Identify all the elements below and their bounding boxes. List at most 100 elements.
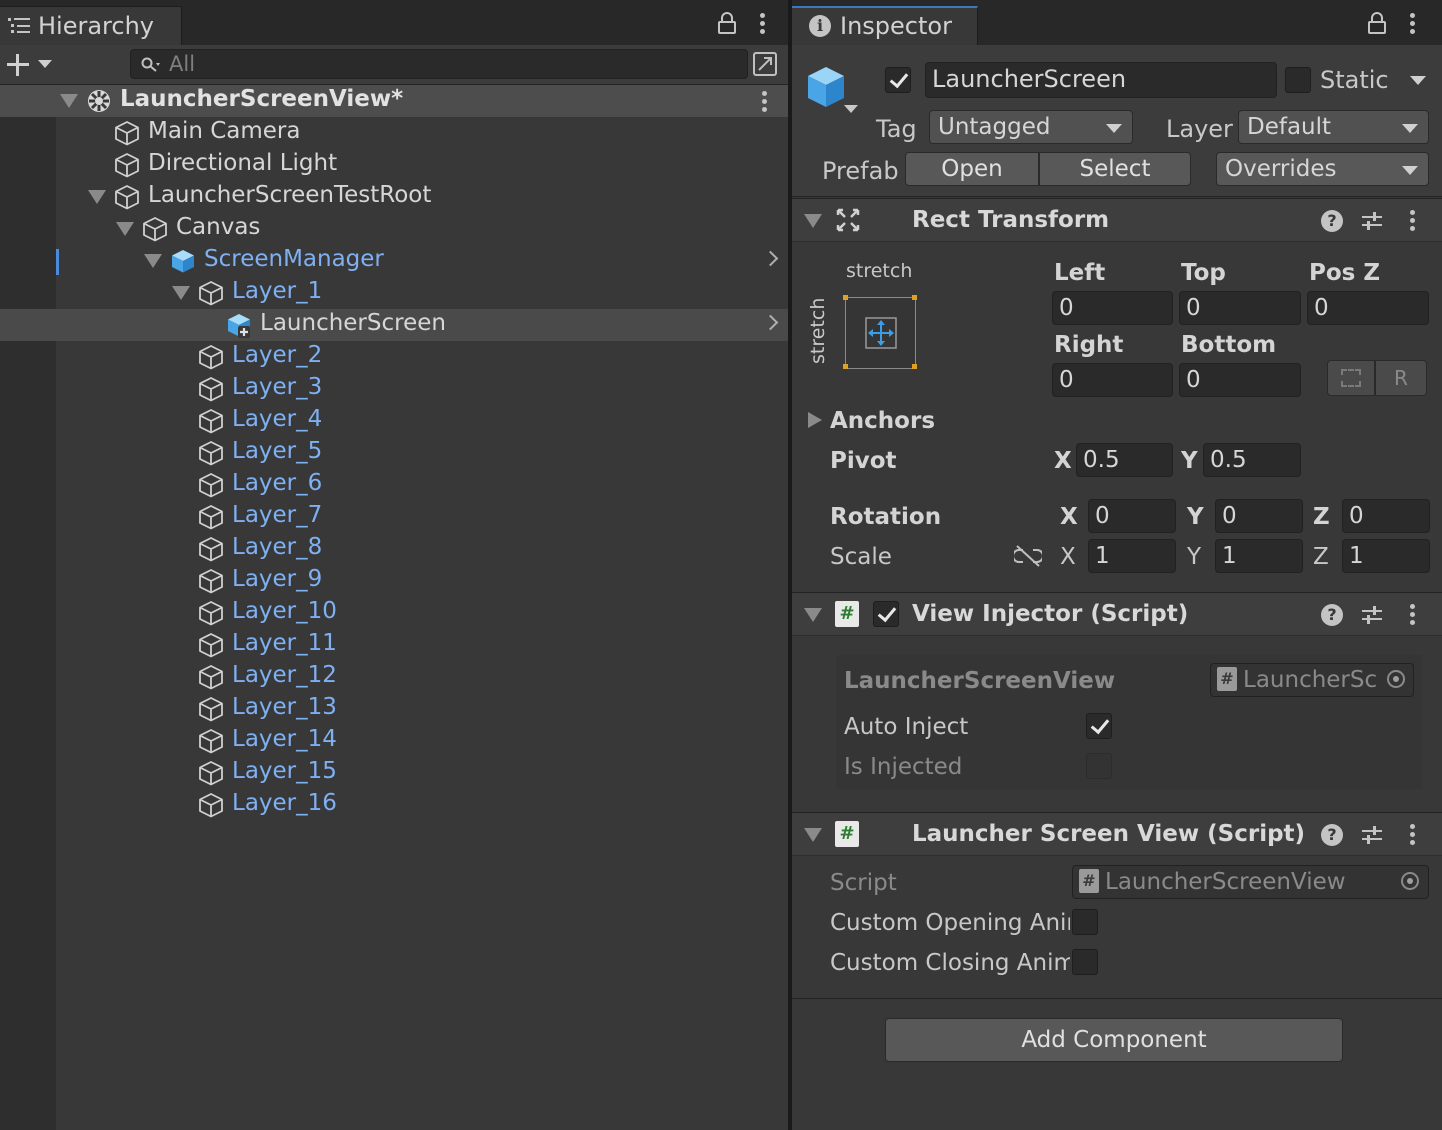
- custom-opening-anim-checkbox[interactable]: [1072, 909, 1098, 935]
- hierarchy-row[interactable]: Layer_7: [0, 501, 788, 533]
- expand-arrow-icon[interactable]: [144, 254, 162, 268]
- hierarchy-row[interactable]: Layer_12: [0, 661, 788, 693]
- rotation-z-field[interactable]: 0: [1342, 499, 1430, 533]
- rotation-x-field[interactable]: 0: [1088, 499, 1176, 533]
- hierarchy-row[interactable]: Layer_14: [0, 725, 788, 757]
- hierarchy-row-label: Layer_11: [232, 630, 337, 656]
- hierarchy-tab[interactable]: Hierarchy: [0, 6, 182, 45]
- lock-icon[interactable]: [718, 12, 736, 34]
- launcher-screen-view-object-field[interactable]: # LauncherSc: [1210, 663, 1414, 697]
- hierarchy-row[interactable]: Layer_9: [0, 565, 788, 597]
- presets-icon[interactable]: [1361, 604, 1383, 626]
- prefab-open-button[interactable]: Open: [905, 152, 1039, 186]
- hierarchy-row[interactable]: Main Camera: [0, 117, 788, 149]
- scene-visibility-icon[interactable]: [752, 51, 778, 77]
- view-injector-foldout-icon[interactable]: [804, 608, 822, 622]
- pivot-y-field[interactable]: 0.5: [1203, 443, 1301, 477]
- custom-closing-anim-checkbox[interactable]: [1072, 949, 1098, 975]
- expand-arrow-icon[interactable]: [88, 190, 106, 204]
- unity-scene-icon: [88, 90, 110, 112]
- blueprint-mode-button[interactable]: [1327, 360, 1375, 396]
- open-prefab-chevron-icon[interactable]: [762, 314, 779, 331]
- layer-dropdown[interactable]: Default: [1238, 110, 1429, 144]
- inspector-menu-icon[interactable]: [1409, 13, 1415, 35]
- inspector-tab[interactable]: i Inspector: [792, 6, 978, 45]
- pivot-x-field[interactable]: 0.5: [1076, 443, 1173, 477]
- hierarchy-row-label: Layer_6: [232, 470, 323, 496]
- bottom-field[interactable]: 0: [1179, 363, 1301, 397]
- scale-x-field[interactable]: 1: [1088, 539, 1176, 573]
- scene-menu-icon[interactable]: [761, 91, 767, 113]
- posz-field[interactable]: 0: [1307, 291, 1429, 325]
- hierarchy-row[interactable]: Layer_4: [0, 405, 788, 437]
- view-injector-menu-icon[interactable]: [1409, 604, 1415, 626]
- help-icon[interactable]: ?: [1321, 824, 1343, 846]
- hierarchy-row[interactable]: ScreenManager: [0, 245, 788, 277]
- unlinked-scale-icon[interactable]: [1014, 545, 1042, 567]
- open-prefab-chevron-icon[interactable]: [762, 250, 779, 267]
- active-toggle[interactable]: [885, 67, 911, 93]
- hierarchy-row[interactable]: Layer_15: [0, 757, 788, 789]
- expand-arrow-icon[interactable]: [172, 286, 190, 300]
- launcher-screen-view-menu-icon[interactable]: [1409, 824, 1415, 846]
- help-icon[interactable]: ?: [1321, 604, 1343, 626]
- hierarchy-row[interactable]: Layer_8: [0, 533, 788, 565]
- object-picker-icon[interactable]: [1387, 670, 1405, 688]
- hierarchy-row[interactable]: LauncherScreenTestRoot: [0, 181, 788, 213]
- right-field[interactable]: 0: [1052, 363, 1173, 397]
- view-injector-enabled-checkbox[interactable]: [873, 601, 899, 627]
- hierarchy-row[interactable]: Canvas: [0, 213, 788, 245]
- hierarchy-row[interactable]: LauncherScreenView*: [0, 85, 788, 117]
- add-component-button[interactable]: Add Component: [885, 1018, 1343, 1062]
- hierarchy-row[interactable]: Layer_1: [0, 277, 788, 309]
- icon-dropdown-arrow[interactable]: [844, 105, 858, 115]
- expand-arrow-icon[interactable]: [116, 222, 134, 236]
- launcher-screen-view-foldout-icon[interactable]: [804, 828, 822, 842]
- hierarchy-row[interactable]: LauncherScreen: [0, 309, 788, 341]
- object-header: LauncherScreen Static Tag Untagged Layer…: [792, 45, 1442, 197]
- hierarchy-search-input[interactable]: All: [130, 49, 748, 79]
- static-dropdown-icon[interactable]: [1410, 76, 1426, 86]
- hierarchy-row[interactable]: Layer_10: [0, 597, 788, 629]
- chevron-down-icon[interactable]: [38, 60, 52, 70]
- tag-dropdown[interactable]: Untagged: [929, 110, 1133, 144]
- hierarchy-row[interactable]: Layer_11: [0, 629, 788, 661]
- view-injector-header[interactable]: # View Injector (Script) ?: [792, 592, 1442, 636]
- hierarchy-row[interactable]: Layer_3: [0, 373, 788, 405]
- object-name-field[interactable]: LauncherScreen: [925, 62, 1277, 98]
- rect-transform-foldout-icon[interactable]: [804, 214, 822, 228]
- prefab-overrides-dropdown[interactable]: Overrides: [1216, 152, 1429, 186]
- hierarchy-row[interactable]: Layer_13: [0, 693, 788, 725]
- hierarchy-row[interactable]: Directional Light: [0, 149, 788, 181]
- rect-transform-header[interactable]: Rect Transform ?: [792, 198, 1442, 242]
- hierarchy-row-label: LauncherScreenTestRoot: [148, 182, 432, 208]
- prefab-added-icon: [228, 314, 250, 338]
- lock-icon[interactable]: [1368, 12, 1386, 34]
- anchor-presets-button[interactable]: [843, 295, 917, 369]
- expand-arrow-icon[interactable]: [60, 94, 78, 108]
- hierarchy-row[interactable]: Layer_5: [0, 437, 788, 469]
- pivot-label: Pivot: [830, 448, 897, 474]
- rect-transform-menu-icon[interactable]: [1409, 210, 1415, 232]
- plus-icon[interactable]: [6, 53, 30, 77]
- hierarchy-row[interactable]: Layer_6: [0, 469, 788, 501]
- rotation-y-field[interactable]: 0: [1215, 499, 1303, 533]
- raw-edit-button[interactable]: R: [1375, 360, 1427, 396]
- presets-icon[interactable]: [1361, 824, 1383, 846]
- scale-y-field[interactable]: 1: [1215, 539, 1303, 573]
- prefab-select-button[interactable]: Select: [1039, 152, 1191, 186]
- help-icon[interactable]: ?: [1321, 210, 1343, 232]
- static-checkbox[interactable]: [1285, 67, 1311, 93]
- presets-icon[interactable]: [1361, 210, 1383, 232]
- hierarchy-row[interactable]: Layer_16: [0, 789, 788, 821]
- hierarchy-menu-icon[interactable]: [759, 13, 765, 35]
- hierarchy-row[interactable]: Layer_2: [0, 341, 788, 373]
- left-field[interactable]: 0: [1052, 291, 1173, 325]
- top-field[interactable]: 0: [1179, 291, 1301, 325]
- hierarchy-row-label: Layer_3: [232, 374, 323, 400]
- anchors-label[interactable]: Anchors: [830, 408, 935, 434]
- launcher-screen-view-header[interactable]: # Launcher Screen View (Script) ?: [792, 812, 1442, 856]
- scale-z-field[interactable]: 1: [1342, 539, 1430, 573]
- anchors-foldout-icon[interactable]: [808, 412, 822, 428]
- auto-inject-checkbox[interactable]: [1086, 713, 1112, 739]
